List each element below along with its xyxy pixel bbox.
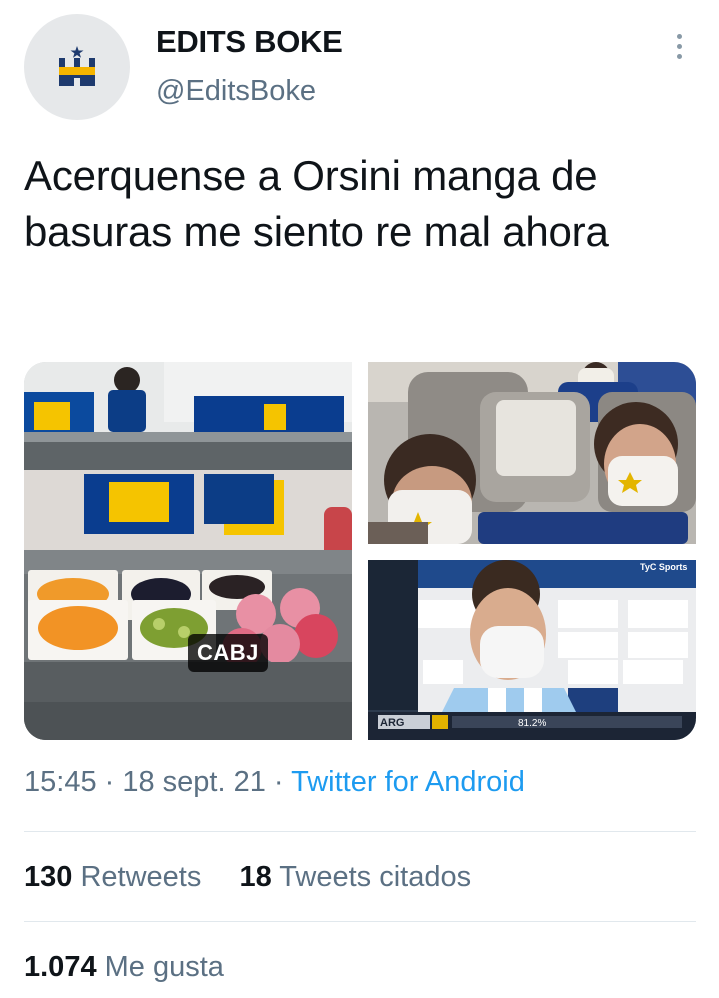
photo-interview[interactable]: ARG 81.2% TyC Sports <box>368 560 696 740</box>
tweet-date[interactable]: 18 sept. 21 <box>122 766 266 798</box>
svg-text:ARG: ARG <box>380 717 404 729</box>
retweets-stat[interactable]: 130 Retweets <box>24 861 201 893</box>
castle-icon <box>59 46 95 86</box>
divider <box>24 921 696 922</box>
engagement-row: 130 Retweets 18 Tweets citados <box>24 861 471 894</box>
tweet-source-link[interactable]: Twitter for Android <box>291 766 525 798</box>
quotes-label: Tweets citados <box>279 861 472 893</box>
photo-buffet[interactable]: CABJ <box>24 362 352 740</box>
broadcaster-logo: TyC Sports <box>640 562 687 572</box>
tweet-meta: 15:45 · 18 sept. 21 · Twitter for Androi… <box>24 766 525 799</box>
likes-stat[interactable]: 1.074 Me gusta <box>24 951 224 983</box>
media-grid: CABJ ARG 81.2% TyC Sports <box>24 362 696 740</box>
quote-tweets-stat[interactable]: 18 Tweets citados <box>239 861 471 893</box>
likes-label: Me gusta <box>104 951 224 983</box>
retweets-count: 130 <box>24 861 73 893</box>
quotes-count: 18 <box>239 861 272 893</box>
meta-separator: · <box>96 766 123 798</box>
author-name[interactable]: EDITS BOKE <box>156 24 343 60</box>
author-handle[interactable]: @EditsBoke <box>156 75 316 108</box>
tweet-time[interactable]: 15:45 <box>24 766 97 798</box>
likes-row: 1.074 Me gusta <box>24 951 224 984</box>
meta-separator: · <box>265 766 292 798</box>
tweet-text: Acerquense a Orsini manga de basuras me … <box>24 152 609 255</box>
divider <box>24 831 696 832</box>
photo-tag: CABJ <box>188 634 268 672</box>
photo-bus-selfie[interactable] <box>368 362 696 544</box>
author-avatar[interactable] <box>24 14 130 120</box>
retweets-label: Retweets <box>80 861 202 893</box>
more-options-icon[interactable] <box>664 26 694 66</box>
likes-count: 1.074 <box>24 951 97 983</box>
svg-text:81.2%: 81.2% <box>518 718 546 729</box>
